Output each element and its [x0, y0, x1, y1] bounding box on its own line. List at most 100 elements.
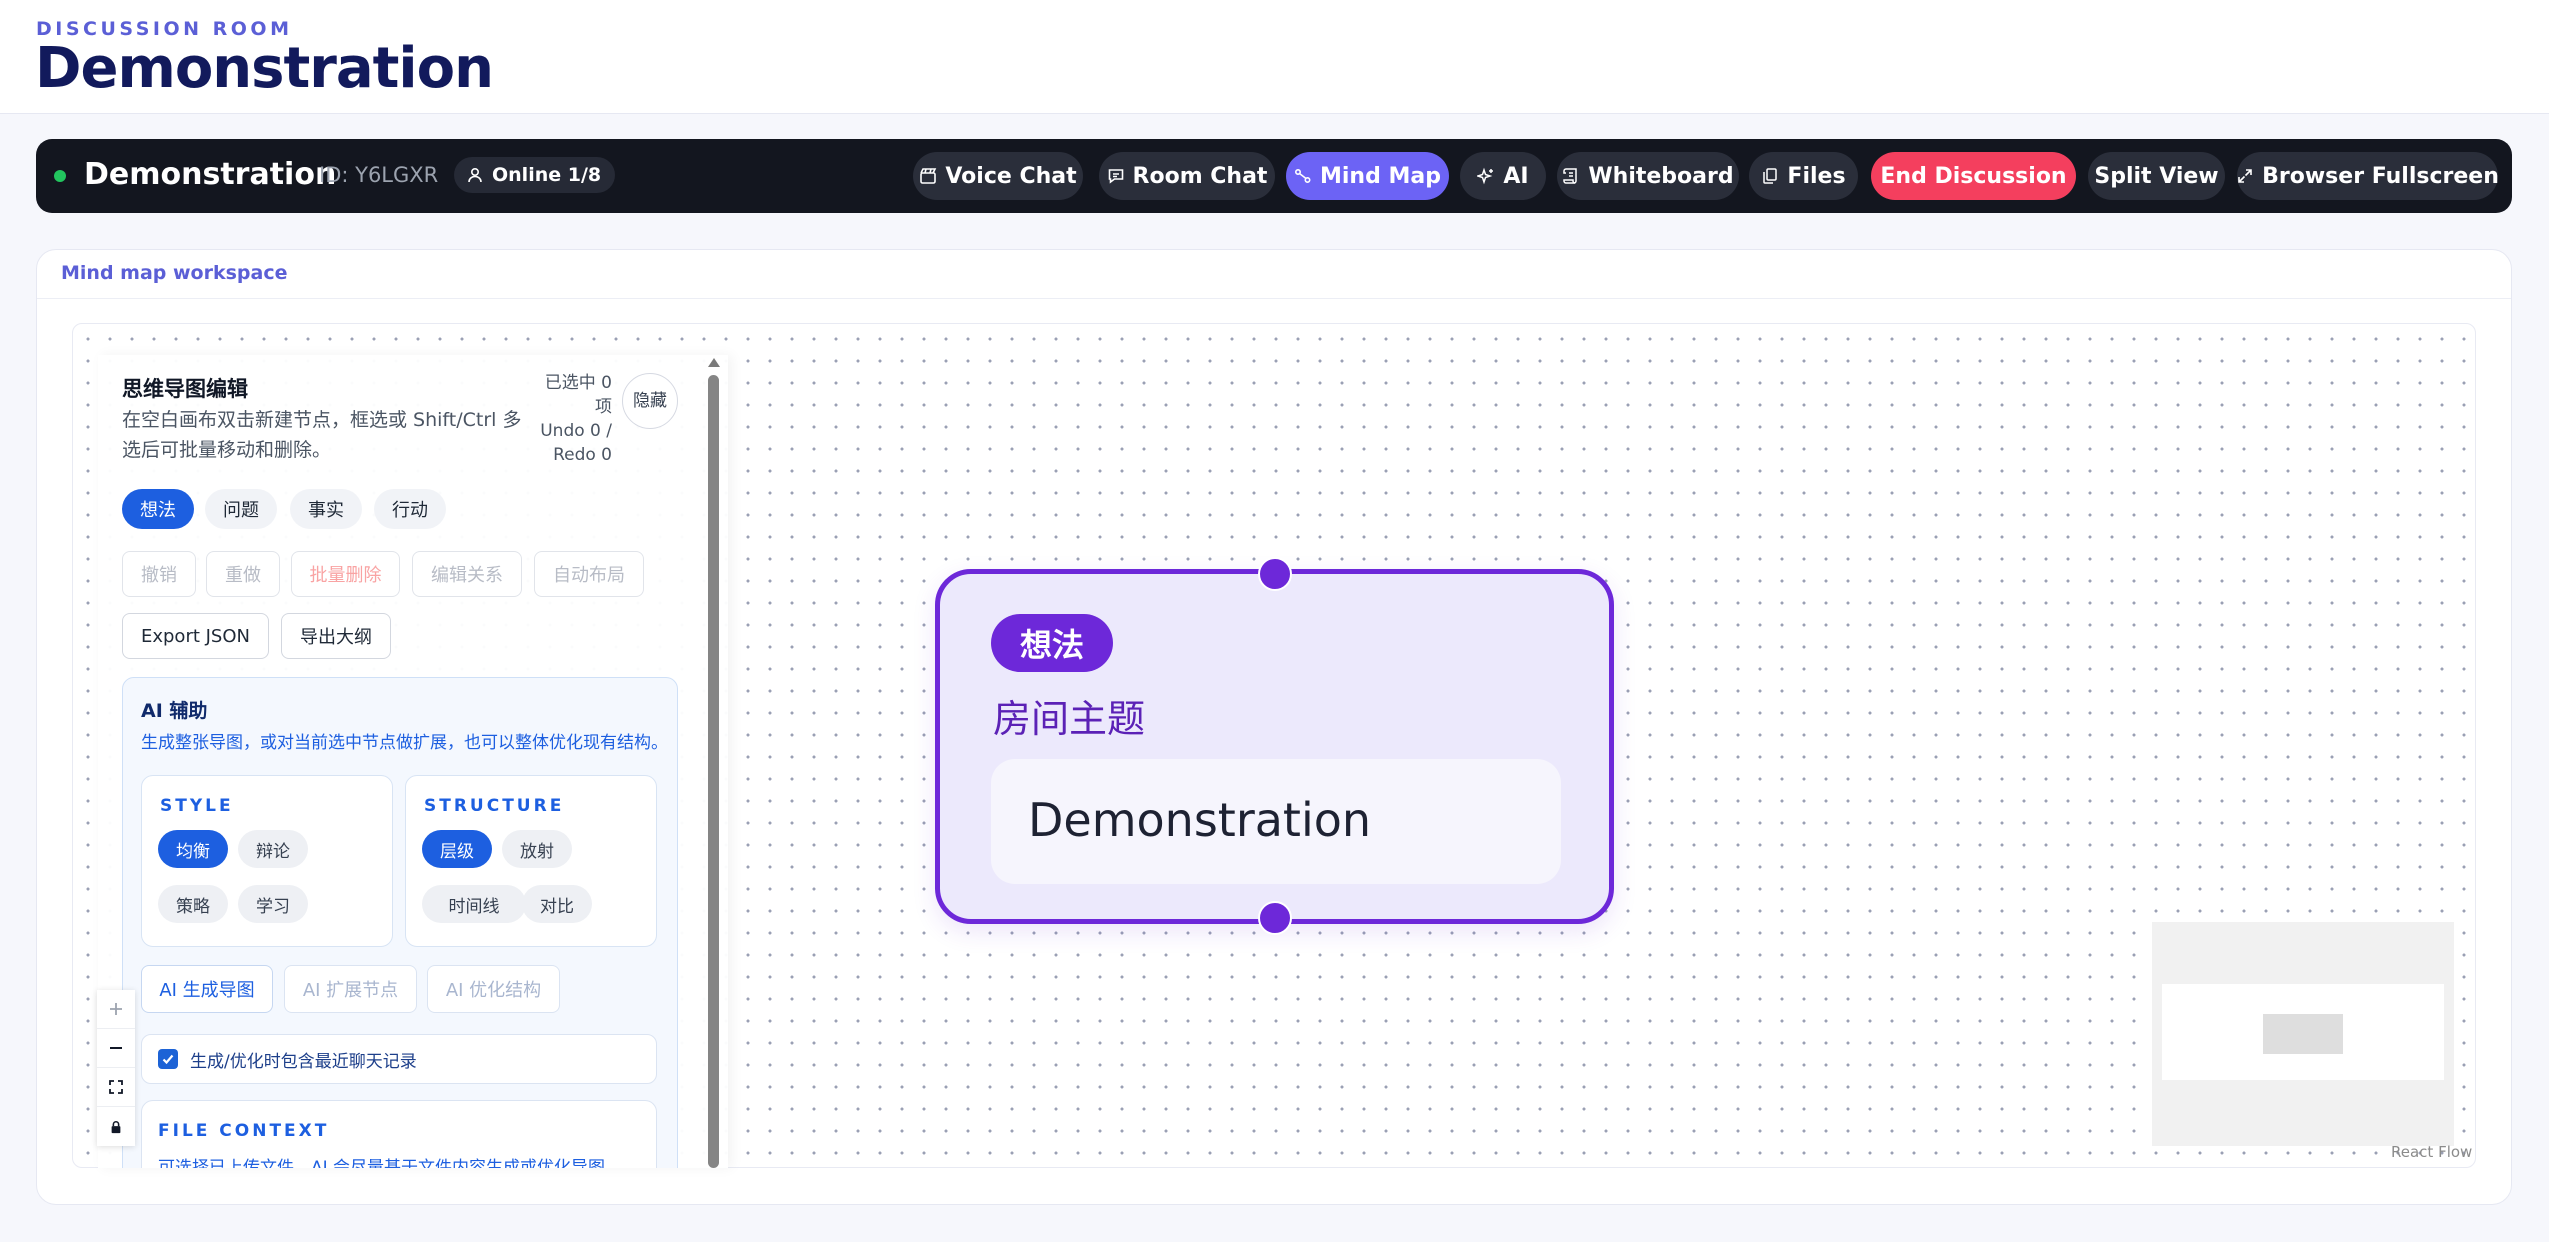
- node-type-fact[interactable]: 事实: [290, 489, 362, 529]
- ai-assist-title: AI 辅助: [141, 700, 208, 722]
- users-icon: [466, 166, 484, 184]
- file-context-label: FILE CONTEXT: [158, 1121, 330, 1141]
- page-title: Demonstration: [35, 36, 494, 101]
- file-context-panel: FILE CONTEXT 可选择已上传文件，AI 会尽量基于文件内容生成或优化导…: [141, 1100, 657, 1168]
- editor-meta: 已选中 0 项 Undo 0 / Redo 0: [528, 371, 612, 467]
- lock-button[interactable]: [97, 1107, 135, 1146]
- editor-description: 在空白画布双击新建节点，框选或 Shift/Ctrl 多选后可批量移动和删除。: [122, 409, 522, 461]
- selection-count: 已选中 0 项: [544, 373, 612, 417]
- end-discussion-button[interactable]: End Discussion: [1871, 152, 2076, 200]
- scrollbar-thumb[interactable]: [708, 375, 719, 1168]
- ai-assist-description: 生成整张导图，或对当前选中节点做扩展，也可以整体优化现有结构。: [141, 733, 668, 753]
- history-count: Undo 0 / Redo 0: [540, 421, 612, 465]
- scroll-up-arrow-icon[interactable]: [708, 358, 720, 367]
- online-count-badge[interactable]: Online 1/8: [454, 157, 616, 193]
- workspace-divider: [37, 298, 2511, 299]
- page-header: DISCUSSION ROOM Demonstration: [0, 0, 2549, 114]
- node-body[interactable]: Demonstration: [991, 759, 1561, 884]
- room-chat-button[interactable]: Room Chat: [1099, 152, 1275, 200]
- scroll-icon: [1562, 167, 1580, 185]
- structure-label: STRUCTURE: [424, 796, 565, 816]
- auto-layout-button[interactable]: 自动布局: [534, 551, 644, 597]
- room-chat-label: Room Chat: [1132, 163, 1268, 189]
- split-view-label: Split View: [2094, 163, 2219, 189]
- workspace-title: Mind map workspace: [61, 262, 288, 284]
- files-label: Files: [1787, 163, 1846, 189]
- node-type-tag: 想法: [991, 614, 1113, 672]
- files-icon: [1761, 167, 1779, 185]
- whiteboard-button[interactable]: Whiteboard: [1557, 152, 1739, 200]
- mind-map-node[interactable]: 想法 房间主题 Demonstration: [935, 569, 1614, 924]
- mind-map-label: Mind Map: [1320, 163, 1441, 189]
- mind-map-editor-panel: 思维导图编辑 在空白画布双击新建节点，框选或 Shift/Ctrl 多选后可批量…: [98, 355, 728, 1168]
- node-top-handle[interactable]: [1258, 557, 1292, 591]
- browser-fullscreen-label: Browser Fullscreen: [2262, 163, 2499, 189]
- react-flow-attribution[interactable]: React Flow: [2391, 1143, 2472, 1161]
- voice-chat-label: Voice Chat: [945, 163, 1077, 189]
- structure-timeline[interactable]: 时间线: [422, 885, 526, 923]
- minimap[interactable]: [2152, 922, 2454, 1146]
- structure-hierarchy[interactable]: 层级: [422, 830, 492, 868]
- structure-compare[interactable]: 对比: [522, 885, 592, 923]
- ai-button[interactable]: AI: [1460, 152, 1546, 200]
- style-label: STYLE: [160, 796, 234, 816]
- edit-relation-button[interactable]: 编辑关系: [412, 551, 522, 597]
- files-button[interactable]: Files: [1749, 152, 1858, 200]
- batch-delete-button[interactable]: 批量删除: [291, 551, 400, 597]
- structure-radial[interactable]: 放射: [502, 830, 572, 868]
- online-status-dot: [54, 170, 66, 182]
- hide-panel-button[interactable]: 隐藏: [622, 373, 678, 429]
- mind-map-button[interactable]: Mind Map: [1286, 152, 1449, 200]
- node-bottom-handle[interactable]: [1258, 901, 1292, 935]
- node-type-idea[interactable]: 想法: [122, 489, 194, 529]
- room-toolbar: Demonstration ID: Y6LGXR Online 1/8 Voic…: [36, 139, 2512, 213]
- minus-icon: [110, 1047, 122, 1049]
- redo-button[interactable]: 重做: [206, 551, 280, 597]
- style-strategy[interactable]: 策略: [158, 885, 228, 923]
- ai-assist-panel: AI 辅助 生成整张导图，或对当前选中节点做扩展，也可以整体优化现有结构。 ST…: [122, 677, 678, 1168]
- online-count-label: Online 1/8: [492, 164, 602, 186]
- fit-view-button[interactable]: [97, 1068, 135, 1107]
- include-chat-option[interactable]: 生成/优化时包含最近聊天记录: [141, 1034, 657, 1084]
- file-context-description: 可选择已上传文件，AI 会尽量基于文件内容生成或优化导图。: [158, 1158, 623, 1168]
- include-chat-checkbox[interactable]: [158, 1049, 178, 1069]
- style-debate[interactable]: 辩论: [238, 830, 308, 868]
- export-json-button[interactable]: Export JSON: [122, 613, 269, 659]
- style-balanced[interactable]: 均衡: [158, 830, 228, 868]
- structure-options: STRUCTURE 层级 放射 时间线 对比: [405, 775, 657, 947]
- browser-fullscreen-button[interactable]: Browser Fullscreen: [2236, 152, 2499, 200]
- zoom-in-button[interactable]: [97, 990, 135, 1029]
- plus-icon: [110, 1003, 122, 1015]
- node-subtitle: 房间主题: [993, 697, 1146, 741]
- node-type-action[interactable]: 行动: [374, 489, 446, 529]
- voice-chat-button[interactable]: Voice Chat: [913, 152, 1083, 200]
- end-discussion-label: End Discussion: [1880, 163, 2067, 189]
- editor-scrollbar[interactable]: [706, 358, 720, 1168]
- checkmark-icon: [162, 1054, 174, 1065]
- ai-optimize-button[interactable]: AI 优化结构: [427, 965, 560, 1013]
- whiteboard-label: Whiteboard: [1588, 163, 1734, 189]
- minimap-node: [2263, 1014, 2343, 1054]
- fit-view-icon: [109, 1080, 123, 1094]
- editor-title: 思维导图编辑: [122, 377, 248, 401]
- ai-label: AI: [1503, 163, 1529, 189]
- export-outline-button[interactable]: 导出大纲: [281, 613, 391, 659]
- lock-icon: [111, 1120, 121, 1133]
- mind-map-icon: [1294, 167, 1312, 185]
- undo-button[interactable]: 撤销: [122, 551, 196, 597]
- split-view-button[interactable]: Split View: [2088, 152, 2225, 200]
- zoom-out-button[interactable]: [97, 1029, 135, 1068]
- room-id: ID: Y6LGXR: [319, 163, 439, 187]
- node-type-question[interactable]: 问题: [205, 489, 277, 529]
- chat-bubble-icon: [1107, 167, 1125, 185]
- style-learning[interactable]: 学习: [238, 885, 308, 923]
- style-options: STYLE 均衡 辩论 策略 学习: [141, 775, 393, 947]
- clapperboard-icon: [919, 167, 937, 185]
- expand-icon: [2236, 167, 2254, 185]
- room-name: Demonstration: [84, 157, 337, 192]
- include-chat-label: 生成/优化时包含最近聊天记录: [190, 1051, 417, 1072]
- ai-expand-button[interactable]: AI 扩展节点: [284, 965, 417, 1013]
- ai-generate-button[interactable]: AI 生成导图: [141, 965, 273, 1013]
- flow-controls: [97, 990, 135, 1146]
- node-text: Demonstration: [1028, 793, 1372, 847]
